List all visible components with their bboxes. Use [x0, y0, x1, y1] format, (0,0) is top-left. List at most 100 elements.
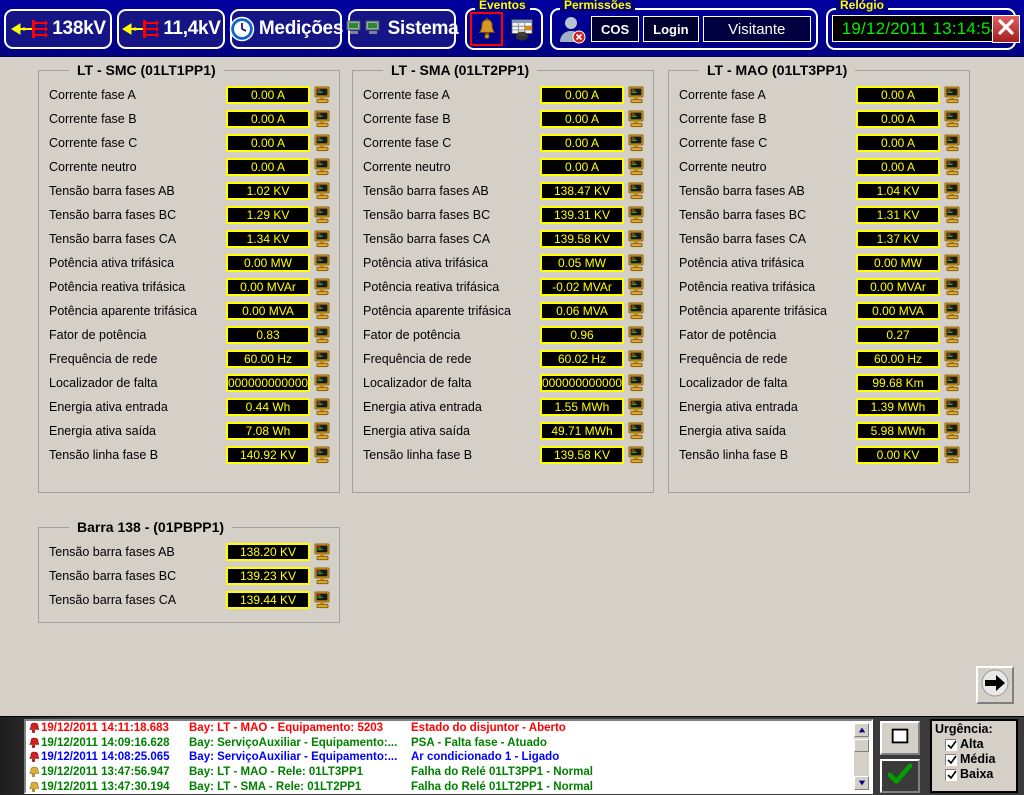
measurement-value[interactable]: 0.44 Wh	[226, 398, 310, 416]
measurement-value[interactable]: 0.00 MVAr	[856, 278, 940, 296]
monitor-icon[interactable]	[627, 422, 645, 440]
scroll-up-button[interactable]	[854, 723, 869, 737]
measurement-value[interactable]: 0.00 MW	[226, 254, 310, 272]
measurement-value[interactable]: 0.83	[226, 326, 310, 344]
measurement-value[interactable]: 138.20 KV	[226, 543, 310, 561]
monitor-icon[interactable]	[313, 591, 331, 609]
measurement-value[interactable]: 0.00 A	[540, 110, 624, 128]
monitor-icon[interactable]	[943, 134, 961, 152]
monitor-icon[interactable]	[313, 374, 331, 392]
measurement-value[interactable]: 0.00 A	[226, 110, 310, 128]
measurement-value[interactable]: 139.58 KV	[540, 446, 624, 464]
measurement-value[interactable]: 0.27	[856, 326, 940, 344]
monitor-icon[interactable]	[943, 254, 961, 272]
nav-button-114kv[interactable]: 11,4kV	[117, 9, 225, 49]
measurement-value[interactable]: 0.00 A	[540, 134, 624, 152]
monitor-icon[interactable]	[313, 567, 331, 585]
measurement-value[interactable]: 1.04 KV	[856, 182, 940, 200]
monitor-icon[interactable]	[627, 110, 645, 128]
monitor-icon[interactable]	[943, 182, 961, 200]
measurement-value[interactable]: 0.06 MVA	[540, 302, 624, 320]
monitor-icon[interactable]	[313, 398, 331, 416]
monitor-icon[interactable]	[943, 302, 961, 320]
measurement-value[interactable]: 0.00 A	[226, 134, 310, 152]
monitor-icon[interactable]	[943, 110, 961, 128]
measurement-value[interactable]: 0.05 MW	[540, 254, 624, 272]
event-row[interactable]: 19/12/2011 13:47:56.947 Bay: LT - MAO - R…	[26, 765, 871, 780]
cos-button[interactable]: COS	[591, 16, 640, 42]
monitor-icon[interactable]	[627, 326, 645, 344]
measurement-value[interactable]: 139.31 KV	[540, 206, 624, 224]
monitor-icon[interactable]	[943, 278, 961, 296]
measurement-value[interactable]: 1.31 KV	[856, 206, 940, 224]
measurement-value[interactable]: 139.23 KV	[226, 567, 310, 585]
measurement-value[interactable]: 139.58 KV	[540, 230, 624, 248]
measurement-value[interactable]: 0000000000000000	[226, 374, 310, 392]
monitor-icon[interactable]	[313, 134, 331, 152]
measurement-value[interactable]: 138.47 KV	[540, 182, 624, 200]
monitor-icon[interactable]	[313, 302, 331, 320]
monitor-icon[interactable]	[943, 398, 961, 416]
monitor-icon[interactable]	[313, 350, 331, 368]
urgency-checkbox[interactable]	[945, 768, 957, 781]
measurement-value[interactable]: 0.00 MVA	[226, 302, 310, 320]
monitor-icon[interactable]	[313, 86, 331, 104]
measurement-value[interactable]: 0.00 MVAr	[226, 278, 310, 296]
monitor-icon[interactable]	[943, 350, 961, 368]
monitor-icon[interactable]	[313, 110, 331, 128]
monitor-icon[interactable]	[943, 446, 961, 464]
event-scrollbar[interactable]	[854, 723, 869, 790]
monitor-icon[interactable]	[943, 206, 961, 224]
measurement-value[interactable]: 1.37 KV	[856, 230, 940, 248]
monitor-icon[interactable]	[627, 350, 645, 368]
measurement-value[interactable]: 5.98 MWh	[856, 422, 940, 440]
acknowledge-button[interactable]	[880, 759, 920, 793]
monitor-icon[interactable]	[627, 182, 645, 200]
measurement-value[interactable]: 140.92 KV	[226, 446, 310, 464]
measurement-value[interactable]: 1.39 MWh	[856, 398, 940, 416]
monitor-icon[interactable]	[627, 446, 645, 464]
nav-button-138kv[interactable]: 138kV	[4, 9, 112, 49]
monitor-icon[interactable]	[313, 182, 331, 200]
scroll-thumb[interactable]	[854, 739, 869, 752]
measurement-value[interactable]: 0.00 A	[540, 86, 624, 104]
measurement-value[interactable]: 0000000000000000	[540, 374, 624, 392]
event-row[interactable]: 19/12/2011 14:08:25.065 Bay: ServiçoAuxil…	[26, 750, 871, 765]
measurement-value[interactable]: 7.08 Wh	[226, 422, 310, 440]
measurement-value[interactable]: 0.00 MW	[856, 254, 940, 272]
nav-button-sistema[interactable]: Sistema	[346, 9, 459, 49]
measurement-value[interactable]: 139.44 KV	[226, 591, 310, 609]
monitor-icon[interactable]	[943, 422, 961, 440]
measurement-value[interactable]: 0.00 A	[540, 158, 624, 176]
monitor-icon[interactable]	[313, 446, 331, 464]
urgency-item[interactable]: Média	[935, 752, 1016, 767]
monitor-icon[interactable]	[313, 230, 331, 248]
bell-icon[interactable]	[470, 12, 504, 46]
measurement-value[interactable]: 0.00 A	[226, 158, 310, 176]
monitor-icon[interactable]	[627, 134, 645, 152]
measurement-value[interactable]: 1.29 KV	[226, 206, 310, 224]
measurement-value[interactable]: 60.02 Hz	[540, 350, 624, 368]
measurement-value[interactable]: 0.00 A	[226, 86, 310, 104]
measurement-value[interactable]: 1.55 MWh	[540, 398, 624, 416]
login-button[interactable]: Login	[643, 16, 699, 42]
measurement-value[interactable]: 60.00 Hz	[226, 350, 310, 368]
monitor-icon[interactable]	[627, 398, 645, 416]
calendar-icon[interactable]	[505, 12, 538, 46]
monitor-icon[interactable]	[627, 86, 645, 104]
monitor-icon[interactable]	[627, 278, 645, 296]
measurement-value[interactable]: -0.02 MVAr	[540, 278, 624, 296]
event-row[interactable]: 19/12/2011 13:47:30.194 Bay: LT - SMA - R…	[26, 779, 871, 792]
monitor-icon[interactable]	[627, 254, 645, 272]
event-row[interactable]: 19/12/2011 14:09:16.628 Bay: ServiçoAuxil…	[26, 736, 871, 751]
event-row[interactable]: 19/12/2011 14:11:18.683 Bay: LT - MAO - E…	[26, 721, 871, 736]
monitor-icon[interactable]	[313, 278, 331, 296]
monitor-icon[interactable]	[313, 206, 331, 224]
monitor-icon[interactable]	[313, 422, 331, 440]
urgency-item[interactable]: Baixa	[935, 767, 1016, 782]
measurement-value[interactable]: 1.34 KV	[226, 230, 310, 248]
monitor-icon[interactable]	[313, 254, 331, 272]
urgency-checkbox[interactable]	[945, 753, 957, 766]
monitor-icon[interactable]	[313, 326, 331, 344]
urgency-item[interactable]: Alta	[935, 737, 1016, 752]
